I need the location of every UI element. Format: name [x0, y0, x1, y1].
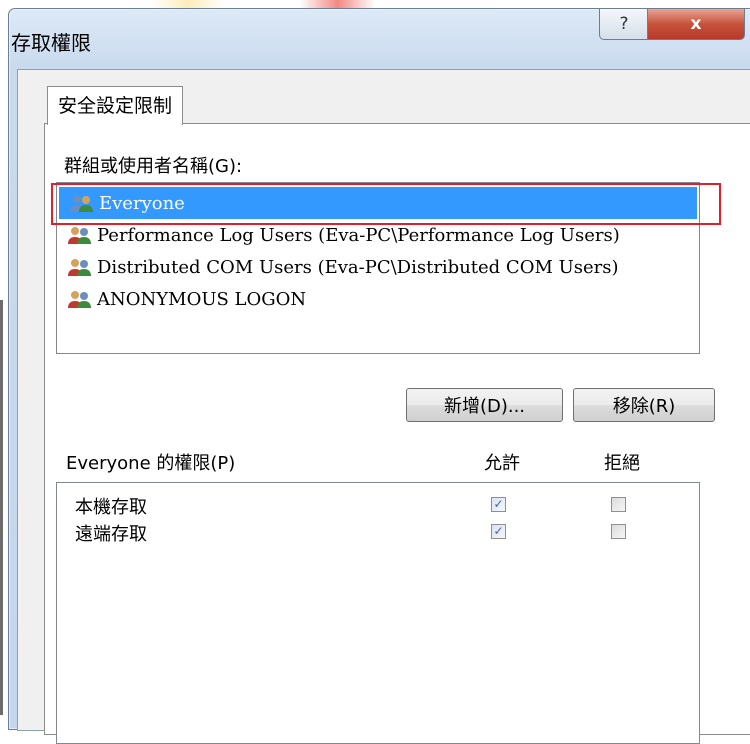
tab-security-limits[interactable]: 安全設定限制 [47, 86, 184, 125]
add-button[interactable]: 新增(D)... [406, 388, 563, 422]
permissions-label: Everyone 的權限(P) [66, 453, 236, 474]
title-bar: 存取權限 ? x [9, 8, 750, 71]
background-edge [0, 300, 3, 715]
background-art [0, 0, 750, 8]
users-group-icon [67, 225, 93, 245]
list-item-anonymous-logon[interactable]: ANONYMOUS LOGON [57, 283, 699, 315]
permission-row-local-access: 本機存取 [75, 493, 147, 519]
permission-label: 本機存取 [75, 497, 147, 518]
list-item-everyone[interactable]: Everyone [51, 183, 721, 225]
dialog-body: 安全設定限制 群組或使用者名稱(G): Everyone Performance… [17, 69, 750, 744]
list-item-label: Performance Log Users (Eva-PC\Performanc… [97, 224, 620, 246]
list-item-label: ANONYMOUS LOGON [97, 288, 307, 310]
groups-label: 群組或使用者名稱(G): [64, 156, 243, 177]
help-button[interactable]: ? [599, 8, 649, 40]
list-item-distributed-com-users[interactable]: Distributed COM Users (Eva-PC\Distribute… [57, 251, 699, 283]
list-item-label: Everyone [99, 192, 185, 214]
dialog-title: 存取權限 [11, 31, 91, 55]
remote-access-allow-checkbox[interactable]: ✓ [491, 524, 506, 539]
users-group-icon [67, 257, 93, 277]
local-access-deny-checkbox[interactable] [611, 497, 626, 512]
close-button[interactable]: x [647, 8, 745, 40]
permission-row-remote-access: 遠端存取 [75, 520, 147, 546]
dialog-window: 存取權限 ? x 安全設定限制 群組或使用者名稱(G): Everyone Pe… [8, 8, 750, 744]
remove-button[interactable]: 移除(R) [573, 388, 715, 422]
list-item-label: Distributed COM Users (Eva-PC\Distribute… [97, 256, 619, 278]
allow-column-header: 允許 [484, 453, 520, 474]
users-group-icon [67, 289, 93, 309]
users-group-icon [69, 193, 95, 213]
list-item-performance-log-users[interactable]: Performance Log Users (Eva-PC\Performanc… [57, 219, 699, 251]
local-access-allow-checkbox[interactable]: ✓ [491, 497, 506, 512]
deny-column-header: 拒絕 [604, 453, 640, 474]
groups-listbox[interactable]: Everyone Performance Log Users (Eva-PC\P… [51, 182, 721, 354]
permissions-list: 本機存取 ✓ 遠端存取 ✓ [56, 482, 700, 744]
remote-access-deny-checkbox[interactable] [611, 524, 626, 539]
permission-label: 遠端存取 [75, 524, 147, 545]
